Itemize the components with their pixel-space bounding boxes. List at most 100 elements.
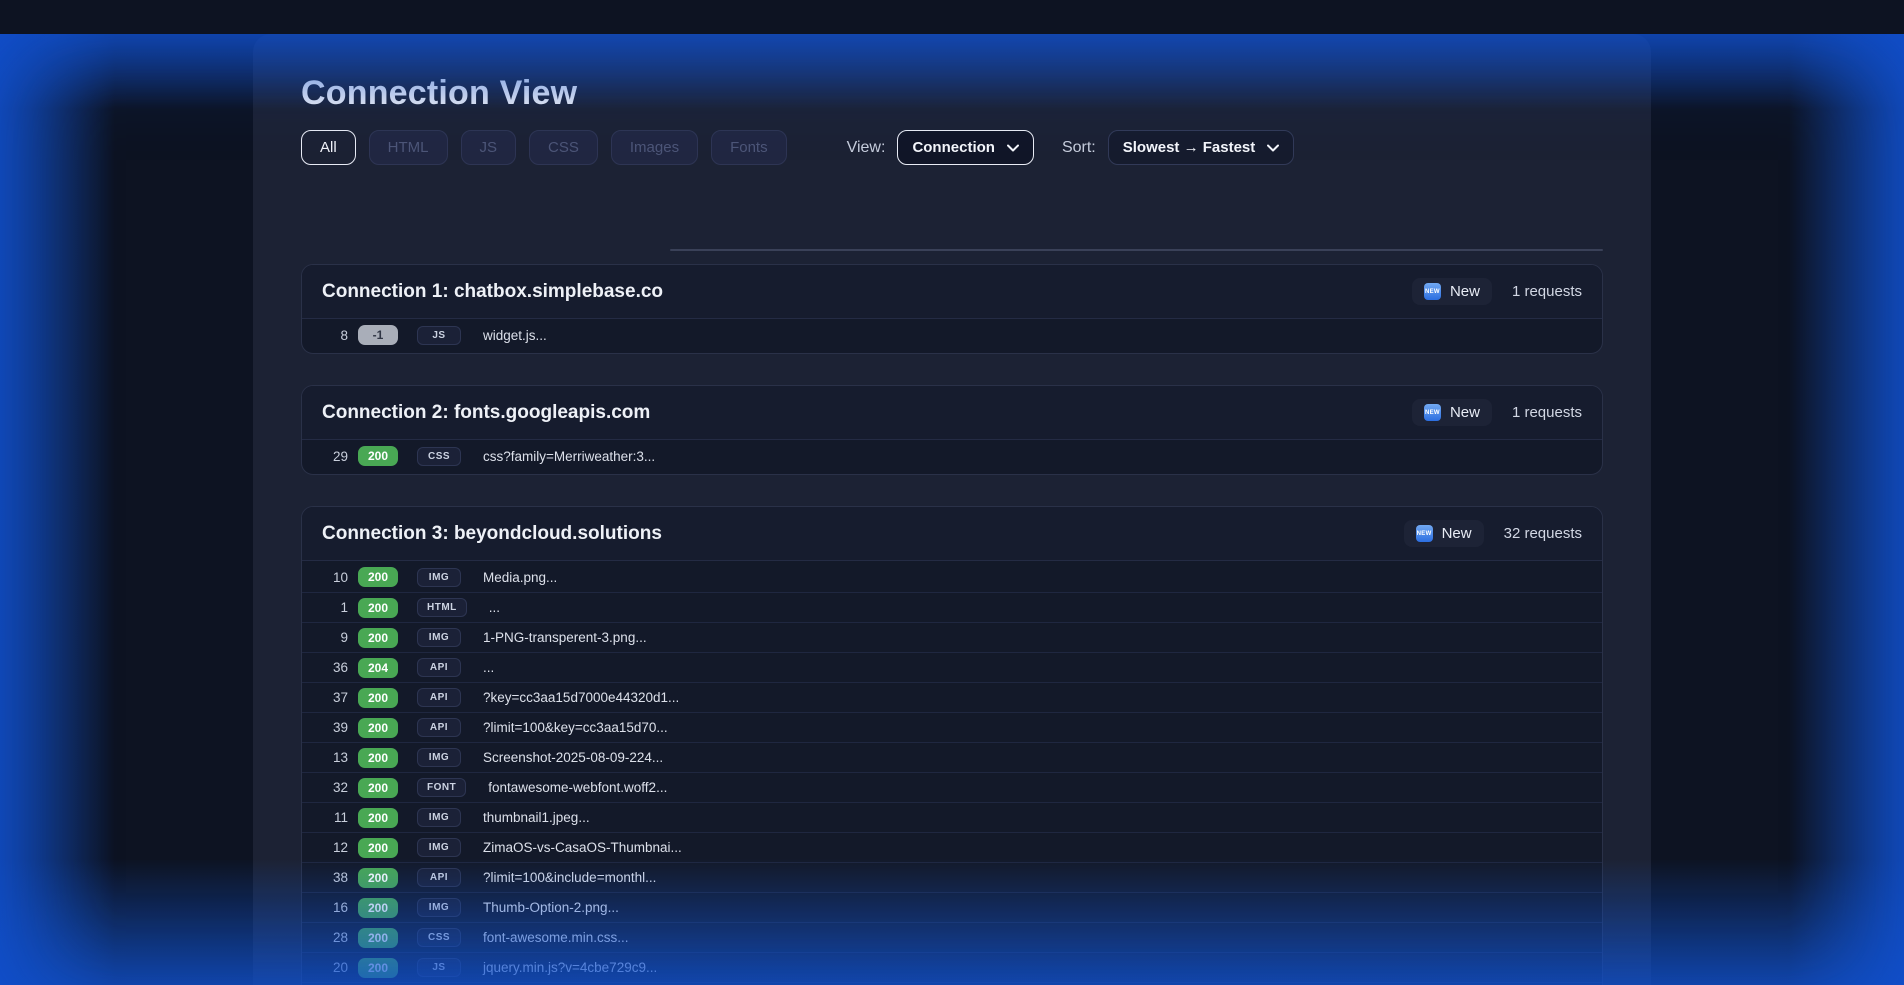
- request-file-name: ?limit=100&include=monthl...: [483, 870, 656, 885]
- new-badge-label: New: [1450, 404, 1480, 421]
- request-index: 13: [322, 750, 348, 765]
- new-badge-label: New: [1450, 283, 1480, 300]
- view-select[interactable]: Connection: [897, 130, 1034, 165]
- resource-type-tag: JS: [417, 326, 461, 345]
- controls-row: All HTML JS CSS Images Fonts View: Conne…: [301, 130, 1603, 165]
- request-row[interactable]: 11 200 IMG thumbnail1.jpeg...: [302, 802, 1602, 832]
- request-row[interactable]: 12 200 IMG ZimaOS-vs-CasaOS-Thumbnai...: [302, 832, 1602, 862]
- filter-button-css[interactable]: CSS: [529, 130, 598, 165]
- new-badge: NEW New: [1404, 520, 1484, 547]
- connection-header-right: NEW New 1 requests: [1412, 399, 1582, 426]
- connection-card: Connection 2: fonts.googleapis.com NEW N…: [301, 385, 1603, 475]
- request-row[interactable]: 28 200 CSS font-awesome.min.css...: [302, 922, 1602, 952]
- request-index: 12: [322, 840, 348, 855]
- status-badge: 200: [358, 688, 398, 708]
- request-row[interactable]: 36 204 API ...: [302, 652, 1602, 682]
- filter-button-js[interactable]: JS: [461, 130, 517, 165]
- request-row[interactable]: 39 200 API ?limit=100&key=cc3aa15d70...: [302, 712, 1602, 742]
- status-badge: 200: [358, 598, 398, 618]
- request-row[interactable]: 32 200 FONT fontawesome-webfont.woff2...: [302, 772, 1602, 802]
- filter-button-html[interactable]: HTML: [369, 130, 448, 165]
- chevron-down-icon: [1267, 144, 1279, 152]
- new-emoji-icon: NEW: [1416, 525, 1433, 542]
- resource-type-tag: IMG: [417, 838, 461, 857]
- request-file-name: Thumb-Option-2.png...: [483, 900, 619, 915]
- status-badge: 200: [358, 748, 398, 768]
- page-background: { "page": { "title": "Connection View", …: [0, 34, 1904, 985]
- connection-card-header: Connection 3: beyondcloud.solutions NEW …: [302, 507, 1602, 561]
- request-index: 32: [322, 780, 348, 795]
- status-badge: 200: [358, 567, 398, 587]
- request-row[interactable]: 10 200 IMG Media.png...: [302, 562, 1602, 592]
- request-row[interactable]: 8 -1 JS widget.js...: [302, 320, 1602, 350]
- filter-button-all[interactable]: All: [301, 130, 356, 165]
- request-row[interactable]: 1 200 HTML ...: [302, 592, 1602, 622]
- request-row[interactable]: 16 200 IMG Thumb-Option-2.png...: [302, 892, 1602, 922]
- status-badge: 200: [358, 718, 398, 738]
- request-index: 11: [322, 810, 348, 825]
- connections-list: Connection 1: chatbox.simplebase.co NEW …: [301, 264, 1603, 985]
- request-row[interactable]: 13 200 IMG Screenshot-2025-08-09-224...: [302, 742, 1602, 772]
- resource-type-tag: IMG: [417, 568, 461, 587]
- request-rows: 10 200 IMG Media.png... 1 200 HTML ... 9…: [302, 561, 1602, 985]
- request-count: 1 requests: [1512, 404, 1582, 421]
- connection-title: Connection 3: beyondcloud.solutions: [322, 523, 662, 545]
- request-index: 20: [322, 960, 348, 975]
- section-divider: [670, 249, 1603, 251]
- request-row[interactable]: 9 200 IMG 1-PNG-transperent-3.png...: [302, 622, 1602, 652]
- connection-card: Connection 1: chatbox.simplebase.co NEW …: [301, 264, 1603, 354]
- connection-card-header: Connection 1: chatbox.simplebase.co NEW …: [302, 265, 1602, 319]
- view-select-value: Connection: [912, 139, 995, 156]
- status-badge: 200: [358, 808, 398, 828]
- filter-button-images[interactable]: Images: [611, 130, 698, 165]
- resource-type-tag: CSS: [417, 447, 461, 466]
- connection-title: Connection 1: chatbox.simplebase.co: [322, 281, 663, 303]
- request-file-name: Screenshot-2025-08-09-224...: [483, 750, 663, 765]
- new-badge: NEW New: [1412, 399, 1492, 426]
- request-index: 8: [322, 328, 348, 343]
- request-index: 1: [322, 600, 348, 615]
- request-index: 10: [322, 570, 348, 585]
- request-row[interactable]: 37 200 API ?key=cc3aa15d7000e44320d1...: [302, 682, 1602, 712]
- request-file-name: ?key=cc3aa15d7000e44320d1...: [483, 690, 679, 705]
- sort-select[interactable]: Slowest → Fastest: [1108, 130, 1295, 165]
- sort-select-value: Slowest → Fastest: [1123, 139, 1256, 156]
- chevron-down-icon: [1007, 144, 1019, 152]
- resource-type-tag: API: [417, 658, 461, 677]
- resource-type-tag: HTML: [417, 598, 467, 617]
- request-index: 36: [322, 660, 348, 675]
- request-file-name: css?family=Merriweather:3...: [483, 449, 655, 464]
- status-badge: 200: [358, 898, 398, 918]
- resource-type-tag: CSS: [417, 928, 461, 947]
- status-badge: 200: [358, 868, 398, 888]
- filter-button-fonts[interactable]: Fonts: [711, 130, 787, 165]
- request-index: 39: [322, 720, 348, 735]
- request-row[interactable]: 20 200 JS jquery.min.js?v=4cbe729c9...: [302, 952, 1602, 982]
- resource-type-tag: JS: [417, 958, 461, 977]
- resource-type-tag: IMG: [417, 628, 461, 647]
- sort-label: Sort:: [1062, 139, 1096, 157]
- resource-type-tag: FONT: [417, 778, 466, 797]
- request-index: 37: [322, 690, 348, 705]
- request-file-name: font-awesome.min.css...: [483, 930, 629, 945]
- request-file-name: ...: [489, 600, 500, 615]
- view-label: View:: [847, 139, 886, 157]
- status-badge: -1: [358, 325, 398, 345]
- page-title: Connection View: [301, 74, 1603, 113]
- request-index: 16: [322, 900, 348, 915]
- request-index: 9: [322, 630, 348, 645]
- new-emoji-icon: NEW: [1424, 404, 1441, 421]
- main-panel: Connection View All HTML JS CSS Images F…: [253, 34, 1651, 985]
- filter-group: All HTML JS CSS Images Fonts: [301, 130, 787, 165]
- new-emoji-icon: NEW: [1424, 283, 1441, 300]
- status-badge: 200: [358, 958, 398, 978]
- connection-header-right: NEW New 1 requests: [1412, 278, 1582, 305]
- request-file-name: 1-PNG-transperent-3.png...: [483, 630, 647, 645]
- request-row[interactable]: 29 200 CSS css?family=Merriweather:3...: [302, 441, 1602, 471]
- resource-type-tag: API: [417, 868, 461, 887]
- request-row[interactable]: 38 200 API ?limit=100&include=monthl...: [302, 862, 1602, 892]
- connection-title: Connection 2: fonts.googleapis.com: [322, 402, 650, 424]
- status-badge: 204: [358, 658, 398, 678]
- status-badge: 200: [358, 628, 398, 648]
- request-file-name: thumbnail1.jpeg...: [483, 810, 590, 825]
